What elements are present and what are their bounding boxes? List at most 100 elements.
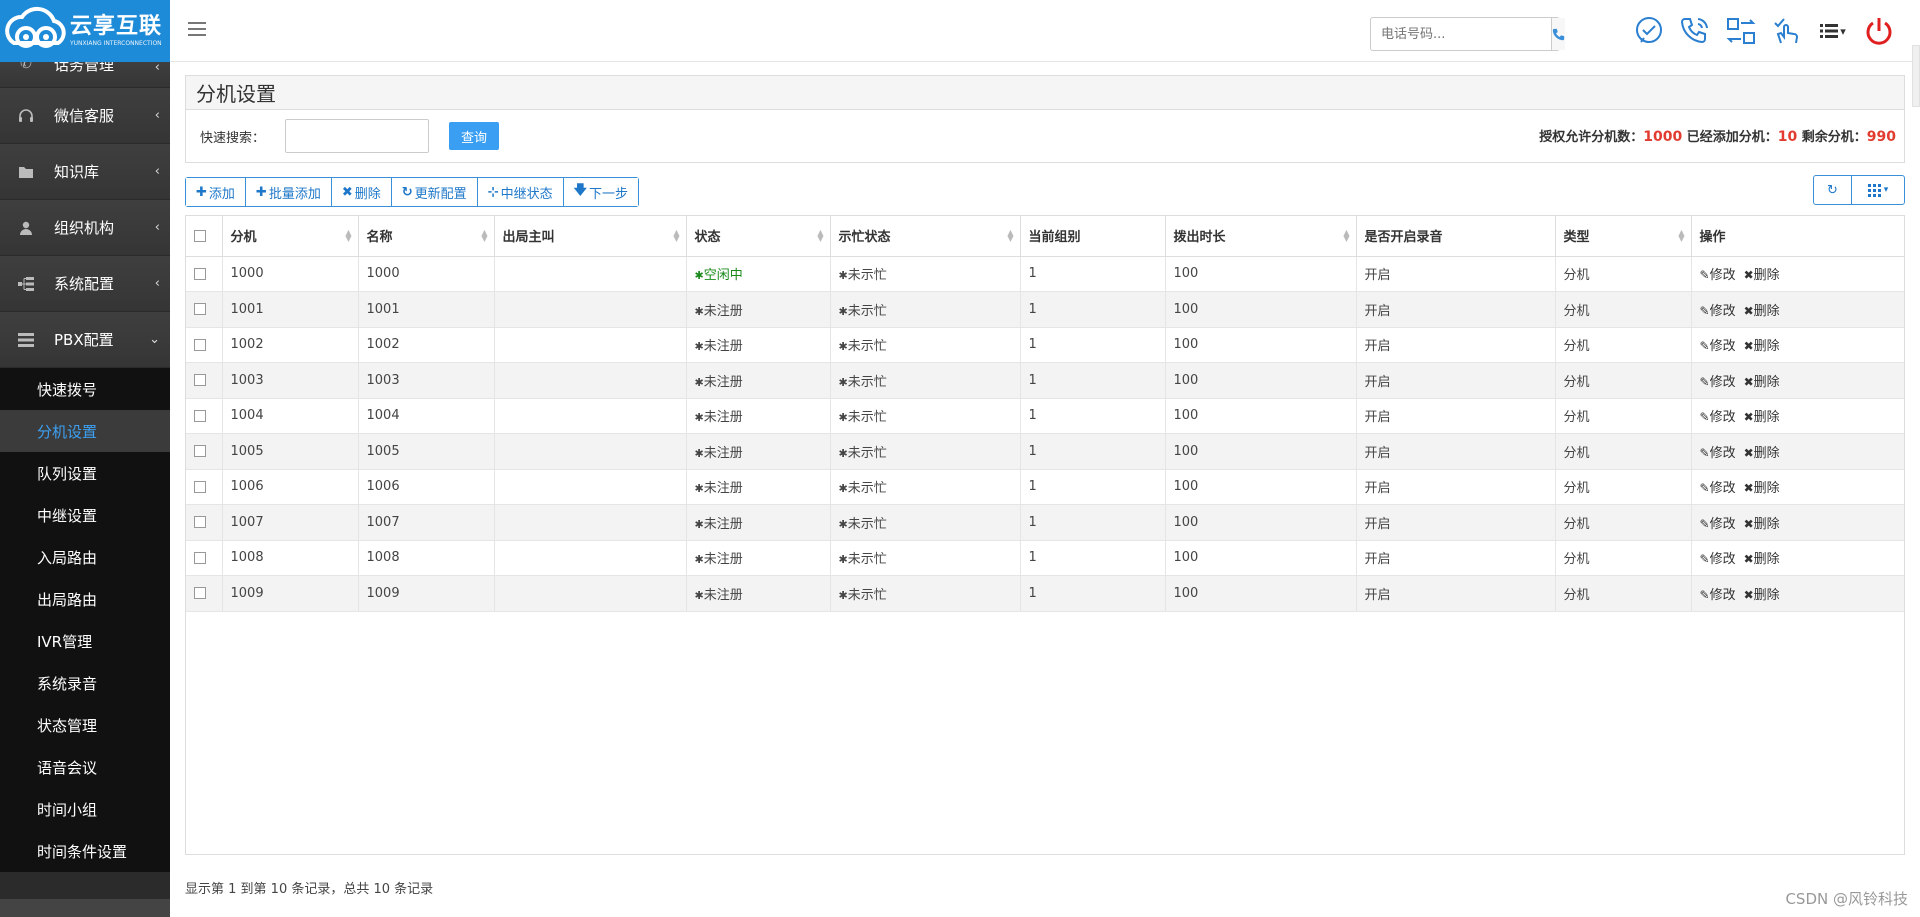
col-duration[interactable]: 拨出时长 ▲ ▼ [1165,216,1357,257]
col-status[interactable]: 状态 ▲ ▼ [686,216,831,257]
col-busy-status[interactable]: 示忙状态 ▲ ▼ [830,216,1021,257]
sub-item-ivr[interactable]: IVR管理 [0,620,170,662]
delete-link[interactable]: ✖删除 [1744,517,1780,532]
col-extension[interactable]: 分机 ▲ ▼ [222,216,359,257]
transfer-icon[interactable] [1724,14,1758,48]
table-row[interactable]: 1008 1008 ✱未注册 ✱未示忙 1 100 开启 分机 ✎修改 ✖删除 [186,540,1904,576]
row-checkbox[interactable] [194,445,206,458]
table-row[interactable]: 1007 1007 ✱未注册 ✱未示忙 1 100 开启 分机 ✎修改 ✖删除 [186,504,1904,541]
select-all-checkbox[interactable] [194,229,206,242]
delete-link[interactable]: ✖删除 [1744,375,1780,390]
add-button[interactable]: ✚ 添加 [186,178,246,206]
table-row[interactable]: 1000 1000 ✱空闲中 ✱未示忙 1 100 开启 分机 ✎修改 ✖删除 [186,256,1904,292]
phone-ring-icon[interactable] [1678,14,1712,48]
sub-item-speed-dial[interactable]: 快速拨号 [0,368,170,410]
table-row[interactable]: 1001 1001 ✱未注册 ✱未示忙 1 100 开启 分机 ✎修改 ✖删除 [186,291,1904,328]
power-icon[interactable] [1862,14,1896,48]
row-checkbox[interactable] [194,303,206,316]
col-recording[interactable]: 是否开启录音 [1356,216,1556,257]
update-config-button[interactable]: ↻ 更新配置 [391,178,478,206]
row-select[interactable] [186,540,223,576]
col-type[interactable]: 类型 ▲ ▼ [1555,216,1692,257]
sub-item-outbound-route[interactable]: 出局路由 [0,578,170,620]
edit-link[interactable]: ✎修改 [1700,339,1736,354]
edit-link[interactable]: ✎修改 [1700,410,1736,425]
sidebar-item-traffic[interactable]: ✆ 话务管理 ‹ [0,62,170,88]
delete-button[interactable]: ✖ 删除 [331,178,392,206]
dial-button[interactable] [1551,18,1565,50]
edit-link[interactable]: ✎修改 [1700,446,1736,461]
sub-item-voice-conference[interactable]: 语音会议 [0,746,170,788]
row-checkbox[interactable] [194,374,206,387]
list-dropdown-icon[interactable]: ▾ [1816,14,1850,48]
col-group[interactable]: 当前组别 [1020,216,1166,257]
row-checkbox[interactable] [194,516,206,529]
edit-link[interactable]: ✎修改 [1700,304,1736,319]
sub-item-time-condition[interactable]: 时间条件设置 [0,830,170,872]
sub-item-time-group[interactable]: 时间小组 [0,788,170,830]
edit-link[interactable]: ✎修改 [1700,517,1736,532]
quick-search-input[interactable] [285,119,430,153]
sidebar-item-system[interactable]: 系统配置 ‹ [0,256,170,312]
columns-toggle-button[interactable]: ▾ [1852,176,1904,204]
row-select[interactable] [186,504,223,541]
table-row[interactable]: 1009 1009 ✱未注册 ✱未示忙 1 100 开启 分机 ✎修改 ✖删除 [186,575,1904,612]
sub-item-queue-settings[interactable]: 队列设置 [0,452,170,494]
edit-link[interactable]: ✎修改 [1700,481,1736,496]
select-all-header[interactable] [186,216,223,257]
delete-link[interactable]: ✖删除 [1744,339,1780,354]
sidebar-item-label: 微信客服 [54,107,115,125]
col-name[interactable]: 名称 ▲ ▼ [358,216,495,257]
sidebar-item-knowledge[interactable]: 知识库 ‹ [0,144,170,200]
row-select[interactable] [186,291,223,328]
phone-number-input[interactable] [1371,18,1551,50]
sidebar-item-org[interactable]: 组织机构 ‹ [0,200,170,256]
delete-link[interactable]: ✖删除 [1744,446,1780,461]
sub-item-extension-settings[interactable]: 分机设置 [0,410,170,452]
col-caller[interactable]: 出局主叫 ▲ ▼ [494,216,687,257]
sub-item-inbound-route[interactable]: 入局路由 [0,536,170,578]
sub-item-trunk-settings[interactable]: 中继设置 [0,494,170,536]
row-checkbox[interactable] [194,338,206,351]
sidebar-item-pbx[interactable]: PBX配置 ⌄ [0,312,170,368]
check-chat-icon[interactable] [1632,14,1666,48]
row-checkbox[interactable] [194,267,206,280]
sidebar-item-wechat[interactable]: 微信客服 ‹ [0,88,170,144]
edit-link[interactable]: ✎修改 [1700,268,1736,283]
row-select[interactable] [186,327,223,363]
row-select[interactable] [186,362,223,399]
row-select[interactable] [186,433,223,470]
scrollbar[interactable] [1912,45,1920,107]
row-select[interactable] [186,575,223,612]
row-checkbox[interactable] [194,551,206,564]
delete-link[interactable]: ✖删除 [1744,268,1780,283]
delete-link[interactable]: ✖删除 [1744,304,1780,319]
row-checkbox[interactable] [194,409,206,422]
batch-add-button[interactable]: ✚ 批量添加 [245,178,332,206]
edit-link[interactable]: ✎修改 [1700,375,1736,390]
delete-link[interactable]: ✖删除 [1744,410,1780,425]
sub-item-system-recording[interactable]: 系统录音 [0,662,170,704]
row-checkbox[interactable] [194,587,206,600]
row-checkbox[interactable] [194,480,206,493]
query-button[interactable]: 查询 [449,122,500,150]
table-row[interactable]: 1003 1003 ✱未注册 ✱未示忙 1 100 开启 分机 ✎修改 ✖删除 [186,362,1904,399]
delete-link[interactable]: ✖删除 [1744,481,1780,496]
edit-link[interactable]: ✎修改 [1700,552,1736,567]
refresh-table-button[interactable]: ↻ [1814,176,1852,204]
table-row[interactable]: 1006 1006 ✱未注册 ✱未示忙 1 100 开启 分机 ✎修改 ✖删除 [186,469,1904,505]
row-select[interactable] [186,469,223,505]
table-row[interactable]: 1004 1004 ✱未注册 ✱未示忙 1 100 开启 分机 ✎修改 ✖删除 [186,398,1904,434]
delete-link[interactable]: ✖删除 [1744,552,1780,567]
edit-link[interactable]: ✎修改 [1700,588,1736,603]
delete-link[interactable]: ✖删除 [1744,588,1780,603]
hand-check-icon[interactable] [1770,14,1804,48]
table-row[interactable]: 1005 1005 ✱未注册 ✱未示忙 1 100 开启 分机 ✎修改 ✖删除 [186,433,1904,470]
sub-item-status-management[interactable]: 状态管理 [0,704,170,746]
table-row[interactable]: 1002 1002 ✱未注册 ✱未示忙 1 100 开启 分机 ✎修改 ✖删除 [186,327,1904,363]
row-select[interactable] [186,256,223,292]
next-step-button[interactable]: 🡇 下一步 [563,178,638,206]
menu-toggle-icon[interactable] [188,22,206,36]
row-select[interactable] [186,398,223,434]
trunk-status-button[interactable]: ⊹ 中继状态 [477,178,564,206]
